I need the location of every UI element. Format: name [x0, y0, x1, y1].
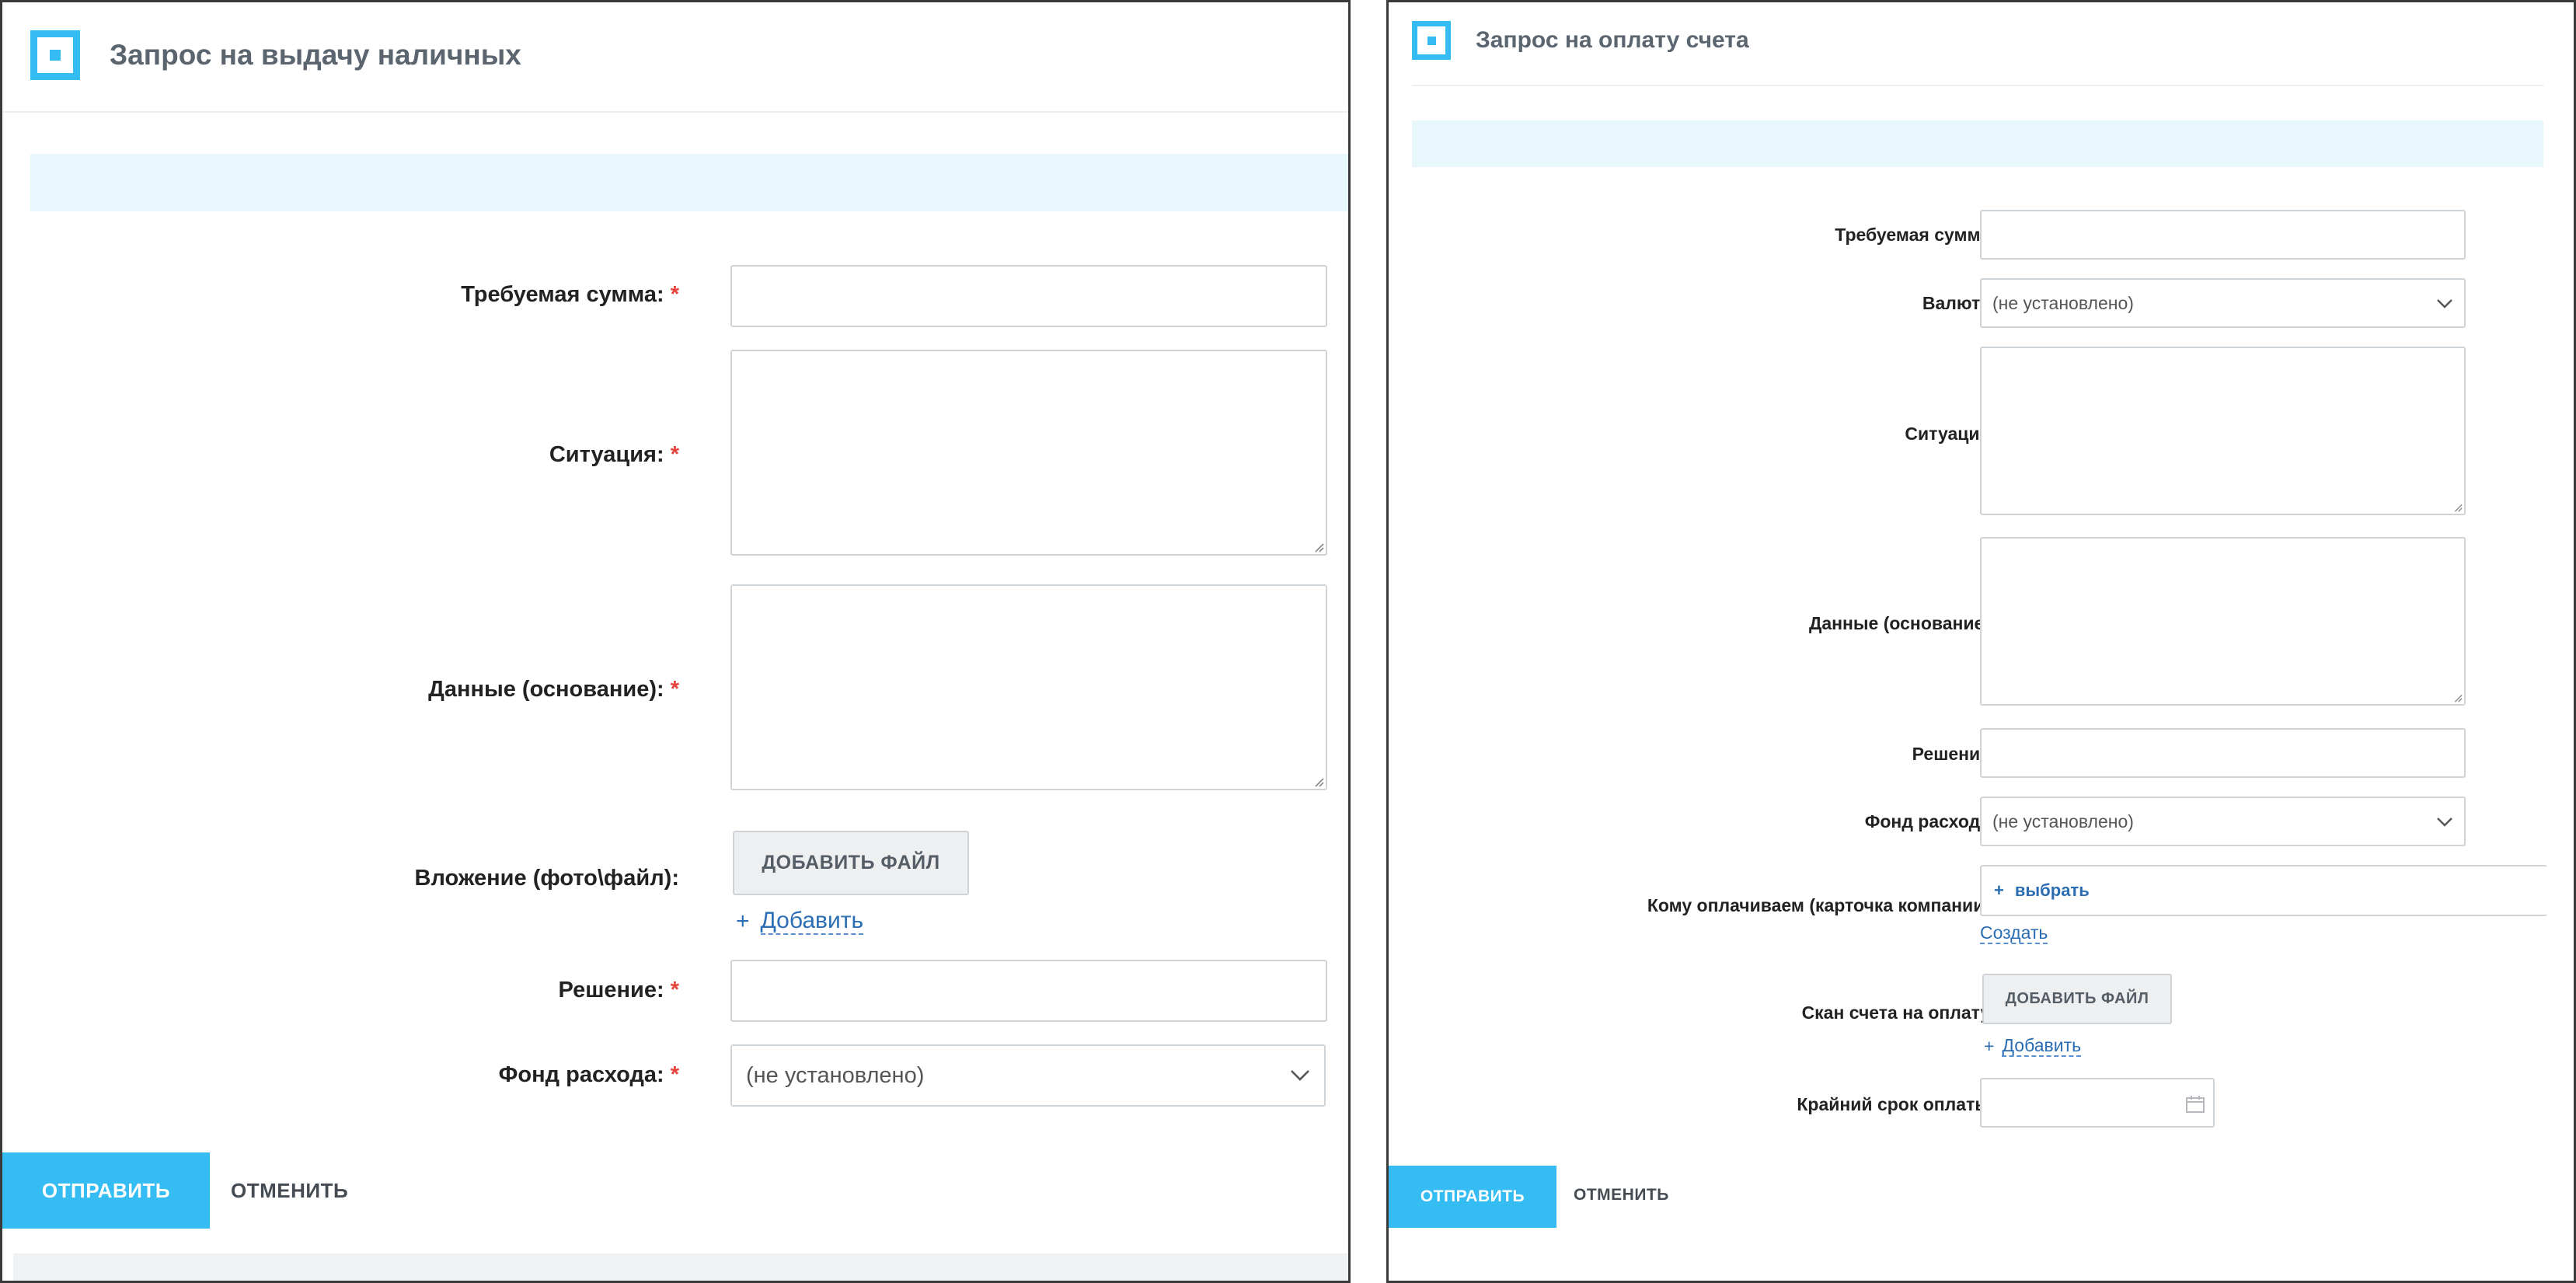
- select-payee-link[interactable]: выбрать: [2015, 880, 2090, 901]
- scan-label: Скан счета на оплату: *: [1802, 1002, 2008, 1023]
- decision-label: Решение: *: [558, 978, 679, 1002]
- fund-select[interactable]: (не установлено): [730, 1044, 1326, 1107]
- resize-grip-icon[interactable]: [2452, 692, 2463, 703]
- chevron-down-icon: [2437, 299, 2452, 309]
- attachment-label: Вложение (фото\файл):: [414, 866, 679, 891]
- add-attachment-link[interactable]: + Добавить: [736, 908, 864, 935]
- decision-input[interactable]: [1980, 728, 2466, 778]
- currency-select-value: (не установлено): [1992, 292, 2134, 313]
- fund-select[interactable]: (не установлено): [1980, 797, 2466, 846]
- cash-request-header: Запрос на выдачу наличных: [30, 30, 521, 80]
- page-title: Запрос на оплату счета: [1476, 27, 1749, 53]
- fund-label: Фонд расхода: *: [498, 1062, 679, 1087]
- add-file-button[interactable]: ДОБАВИТЬ ФАЙЛ: [1982, 974, 2172, 1024]
- add-scan-link[interactable]: + Добавить: [1984, 1035, 2082, 1058]
- required-mark: *: [670, 677, 679, 702]
- basis-textarea[interactable]: [1980, 537, 2466, 706]
- resize-grip-icon[interactable]: [1312, 775, 1324, 787]
- chevron-down-icon: [2437, 818, 2452, 827]
- info-band: [30, 154, 1348, 211]
- plus-icon: +: [1994, 880, 2004, 900]
- fund-select-value: (не установлено): [1992, 811, 2134, 832]
- info-band: [1412, 120, 2543, 167]
- invoice-request-header: Запрос на оплату счета: [1412, 21, 1749, 60]
- app-logo-icon: [1412, 21, 1451, 60]
- resize-grip-icon[interactable]: [1312, 540, 1324, 553]
- app-logo-icon: [30, 30, 80, 80]
- amount-input[interactable]: [1980, 210, 2466, 260]
- cancel-button[interactable]: ОТМЕНИТЬ: [1574, 1186, 1669, 1205]
- cash-request-panel: Запрос на выдачу наличных Требуемая сумм…: [0, 0, 1351, 1283]
- deadline-date-input[interactable]: [1980, 1078, 2215, 1128]
- plus-icon: +: [736, 908, 750, 934]
- cancel-button[interactable]: ОТМЕНИТЬ: [231, 1179, 348, 1203]
- fund-select-value: (не установлено): [746, 1062, 925, 1088]
- plus-icon: +: [1984, 1036, 1995, 1057]
- invoice-request-panel: Запрос на оплату счета Требуемая сумма: …: [1386, 0, 2576, 1283]
- required-mark: *: [670, 1062, 679, 1087]
- submit-button[interactable]: ОТПРАВИТЬ: [1389, 1166, 1556, 1228]
- basis-textarea[interactable]: [730, 584, 1327, 790]
- add-link-text[interactable]: Добавить: [2002, 1035, 2082, 1058]
- basis-label: Данные (основание): *: [1809, 613, 2008, 634]
- add-file-button[interactable]: ДОБАВИТЬ ФАЙЛ: [733, 831, 969, 895]
- deadline-label: Крайний срок оплаты: *: [1797, 1094, 2008, 1115]
- situation-textarea[interactable]: [1980, 347, 2466, 515]
- amount-input[interactable]: [730, 265, 1327, 327]
- decision-input[interactable]: [730, 960, 1327, 1022]
- add-link-text[interactable]: Добавить: [760, 908, 864, 935]
- header-divider: [1412, 85, 2543, 86]
- required-mark: *: [670, 978, 679, 1002]
- submit-button[interactable]: ОТПРАВИТЬ: [2, 1152, 210, 1229]
- header-divider: [2, 111, 1348, 113]
- amount-label: Требуемая сумма: *: [461, 282, 679, 307]
- create-company-link[interactable]: Создать: [1980, 922, 2048, 945]
- currency-select[interactable]: (не установлено): [1980, 278, 2466, 328]
- page-title: Запрос на выдачу наличных: [110, 39, 521, 71]
- situation-label: Ситуация: *: [549, 442, 679, 467]
- required-mark: *: [670, 282, 679, 307]
- basis-label: Данные (основание): *: [428, 677, 679, 702]
- payee-picker[interactable]: + выбрать: [1980, 865, 2547, 916]
- footer-strip: [13, 1253, 1348, 1281]
- resize-grip-icon[interactable]: [2452, 501, 2463, 512]
- calendar-icon[interactable]: [2185, 1095, 2205, 1114]
- situation-textarea[interactable]: [730, 350, 1327, 556]
- payee-label: Кому оплачиваем (карточка компании): *: [1647, 895, 2008, 916]
- required-mark: *: [670, 442, 679, 467]
- chevron-down-icon: [1291, 1070, 1309, 1081]
